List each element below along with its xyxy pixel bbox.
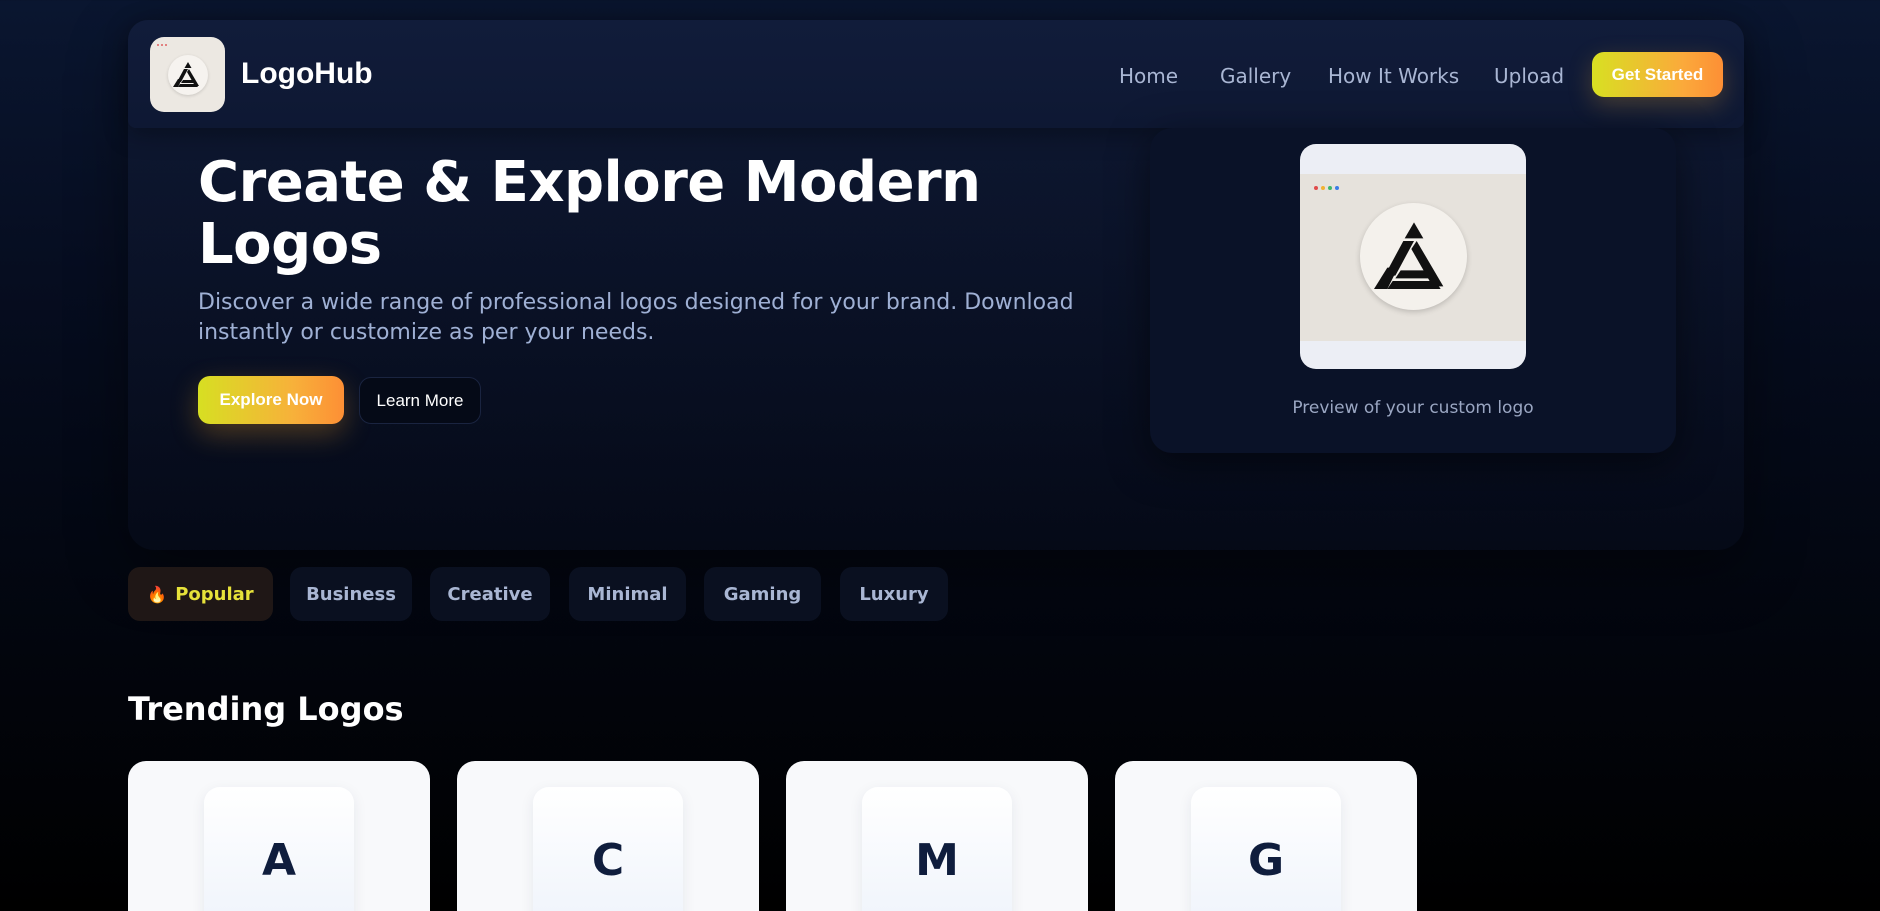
nav-home[interactable]: Home [1119, 64, 1178, 88]
brand-name[interactable]: LogoHub [241, 57, 373, 91]
fire-icon: 🔥 [147, 584, 168, 604]
category-business[interactable]: Business [290, 567, 412, 621]
logo-letter: C [591, 835, 625, 886]
nav-upload[interactable]: Upload [1494, 64, 1564, 88]
logo-tile: G [1191, 787, 1341, 911]
category-creative[interactable]: Creative [430, 567, 550, 621]
logo-letter: A [261, 835, 297, 886]
category-luxury[interactable]: Luxury [840, 567, 948, 621]
brand-logo[interactable] [150, 37, 225, 112]
preview-caption: Preview of your custom logo [1292, 398, 1534, 418]
category-gaming[interactable]: Gaming [704, 567, 821, 621]
category-minimal[interactable]: Minimal [569, 567, 686, 621]
preview-logo [1360, 203, 1467, 310]
logo-card[interactable]: C [457, 761, 759, 911]
logo-letter: G [1247, 835, 1285, 886]
logo-card[interactable]: M [786, 761, 1088, 911]
category-label: Popular [175, 583, 254, 605]
explore-now-button[interactable]: Explore Now [198, 376, 344, 424]
nav-gallery[interactable]: Gallery [1220, 64, 1291, 88]
logo-tile: A [204, 787, 354, 911]
nav-how-it-works[interactable]: How It Works [1328, 64, 1459, 88]
trending-title: Trending Logos [128, 690, 404, 728]
hero-subtitle: Discover a wide range of professional lo… [198, 290, 1074, 345]
preview-window-dots [1314, 186, 1339, 190]
learn-more-button[interactable]: Learn More [359, 377, 481, 424]
preview-frame [1300, 144, 1526, 369]
window-dots [157, 44, 167, 46]
logo-tile: M [862, 787, 1012, 911]
logo-card[interactable]: A [128, 761, 430, 911]
hero-title: Create & Explore Modern Logos [198, 150, 981, 277]
triangle-mark-icon [167, 54, 208, 95]
logo-letter: M [915, 835, 959, 886]
get-started-button[interactable]: Get Started [1592, 52, 1723, 97]
category-popular[interactable]: 🔥 Popular [128, 567, 273, 621]
logo-tile: C [533, 787, 683, 911]
triangle-mark-icon [1373, 221, 1443, 289]
logo-card[interactable]: G [1115, 761, 1417, 911]
